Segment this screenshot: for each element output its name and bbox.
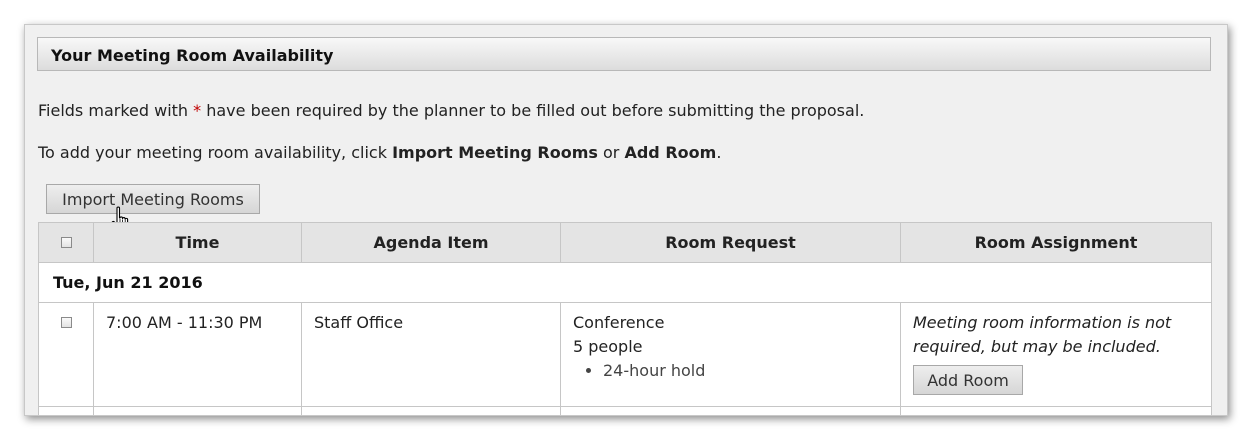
date-group-label: Tue, Jun 21 2016 xyxy=(38,262,1212,303)
panel-header: Your Meeting Room Availability xyxy=(37,37,1211,71)
instructions-middle: or xyxy=(597,143,625,162)
table-header-row: Time Agenda Item Room Request Room Assig… xyxy=(38,222,1212,263)
meeting-rooms-table: Time Agenda Item Room Request Room Assig… xyxy=(38,222,1212,415)
panel-title: Your Meeting Room Availability xyxy=(51,46,334,65)
room-capacity: 5 people xyxy=(573,337,643,356)
required-note-prefix: Fields marked with xyxy=(38,101,194,120)
row-time: 7:00 AM - 11:30 PM xyxy=(93,302,302,407)
select-all-checkbox[interactable] xyxy=(60,237,72,248)
instructions-import-label: Import Meeting Rooms xyxy=(392,143,598,162)
row-checkbox[interactable] xyxy=(60,317,72,328)
header-time[interactable]: Time xyxy=(93,222,302,263)
instructions-prefix: To add your meeting room availability, c… xyxy=(38,143,393,162)
room-detail-item: 24-hour hold xyxy=(603,359,888,383)
meeting-room-panel: Your Meeting Room Availability Fields ma… xyxy=(24,24,1228,416)
room-request-details: 24-hour hold xyxy=(573,359,888,383)
required-fields-note: Fields marked with * have been required … xyxy=(38,101,864,120)
select-all-cell xyxy=(38,222,94,263)
row-room-request: Conference 5 people 24-hour hold xyxy=(560,302,901,407)
table-row: 7:00 AM - 11:30 PM Staff Office Conferen… xyxy=(38,302,1212,407)
import-meeting-rooms-button[interactable]: Import Meeting Rooms xyxy=(46,184,260,214)
room-type: Conference xyxy=(573,313,665,332)
row-room-assignment: Meeting room information is not required… xyxy=(900,302,1212,407)
header-room-assignment[interactable]: Room Assignment xyxy=(900,222,1212,263)
date-group-row: Tue, Jun 21 2016 xyxy=(38,262,1212,303)
header-agenda-item[interactable]: Agenda Item xyxy=(301,222,561,263)
assignment-note: Meeting room information is not required… xyxy=(913,313,1172,356)
instructions-add-label: Add Room xyxy=(624,143,717,162)
table-row xyxy=(38,406,1212,415)
instructions-suffix: . xyxy=(716,143,722,162)
instructions-text: To add your meeting room availability, c… xyxy=(38,143,721,162)
add-room-button[interactable]: Add Room xyxy=(913,365,1023,395)
header-room-request[interactable]: Room Request xyxy=(560,222,901,263)
row-select-cell xyxy=(38,302,94,407)
required-note-suffix: have been required by the planner to be … xyxy=(201,101,865,120)
row-agenda-item: Staff Office xyxy=(301,302,561,407)
required-marker: * xyxy=(193,101,202,120)
